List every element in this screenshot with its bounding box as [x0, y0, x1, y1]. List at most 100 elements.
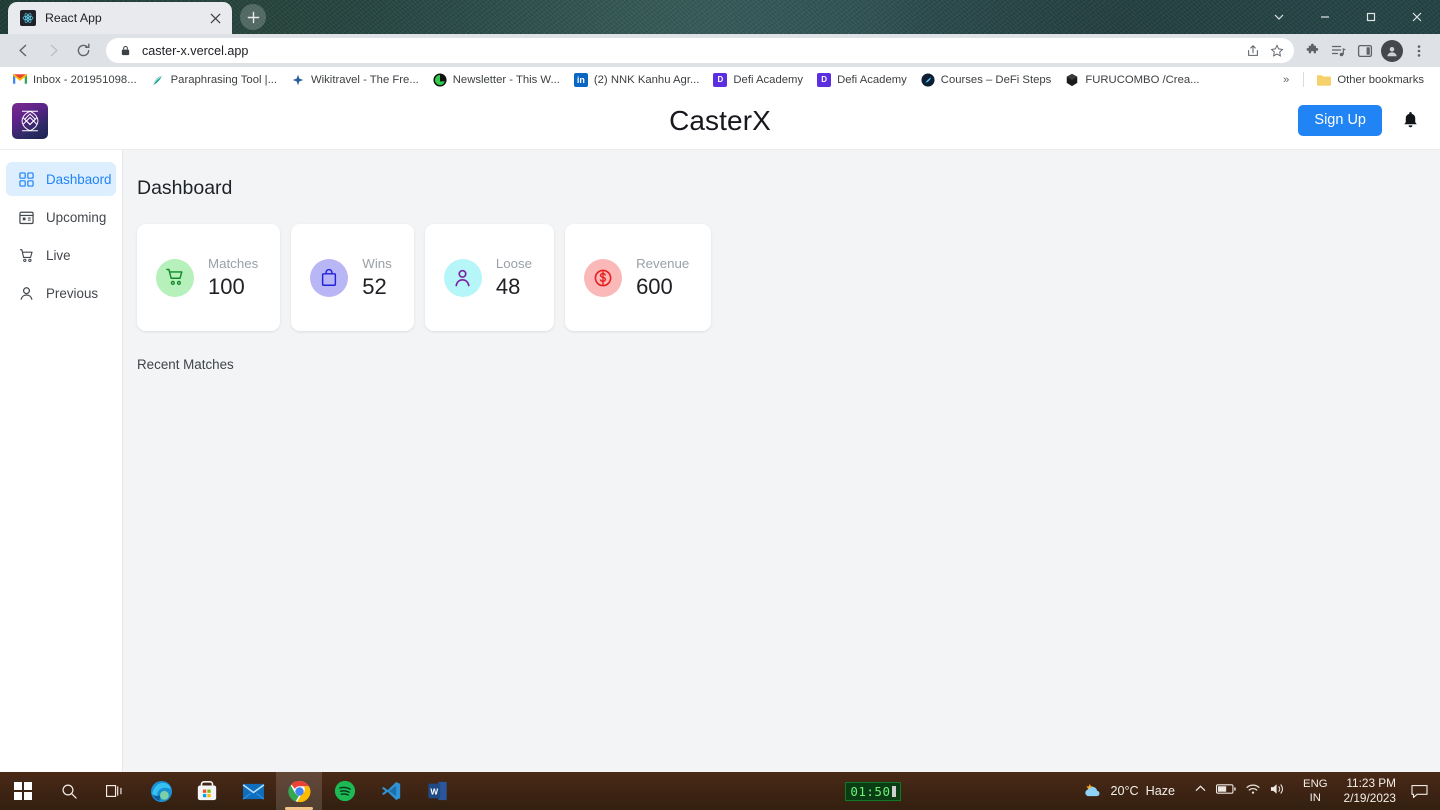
sidebar-item-upcoming[interactable]: Upcoming [6, 200, 116, 234]
close-icon[interactable] [206, 9, 224, 27]
bookmark-item[interactable]: Paraphrasing Tool |... [144, 69, 284, 91]
reload-icon[interactable] [68, 36, 98, 66]
lock-icon [118, 44, 132, 58]
stat-card-value: 600 [636, 273, 673, 299]
profile-avatar-icon[interactable] [1381, 39, 1403, 62]
browser-tab[interactable]: React App [8, 2, 232, 34]
plus-icon[interactable] [240, 4, 266, 30]
taskbar-apps: W [0, 772, 460, 810]
puzzle-piece-icon[interactable] [1300, 36, 1326, 66]
bookmark-item[interactable]: D Defi Academy [810, 69, 914, 91]
window-controls [1256, 0, 1440, 34]
word-icon[interactable]: W [414, 772, 460, 810]
app-header: CasterX Sign Up [0, 92, 1440, 150]
chevron-up-icon[interactable] [1194, 782, 1207, 800]
maximize-icon[interactable] [1348, 0, 1394, 34]
tab-strip: React App [0, 0, 1440, 34]
chevron-down-icon[interactable] [1256, 0, 1302, 34]
bookmark-item[interactable]: Wikitravel - The Fre... [284, 69, 426, 91]
timer-widget[interactable]: 01:50 [845, 781, 902, 801]
other-bookmarks-label: Other bookmarks [1337, 73, 1424, 86]
start-button[interactable] [0, 772, 46, 810]
cart-icon [18, 247, 34, 263]
stat-card-loose[interactable]: Loose 48 [424, 224, 555, 331]
recent-matches-heading: Recent Matches [137, 357, 234, 372]
sidebar: Dashbaord Upcoming Live Previous [0, 150, 123, 772]
stat-card-value: 100 [208, 273, 245, 299]
casterx-logo-icon[interactable] [12, 102, 48, 139]
user-icon [443, 258, 482, 297]
bookmark-item[interactable]: D Defi Academy [706, 69, 810, 91]
react-logo-icon [20, 10, 36, 26]
task-view-icon[interactable] [92, 772, 138, 810]
furucombo-icon [1065, 73, 1079, 87]
url-text: caster-x.vercel.app [142, 43, 249, 58]
sidebar-item-label: Previous [46, 285, 99, 301]
sidebar-item-live[interactable]: Live [6, 238, 116, 272]
stat-card-text: Matches 100 [208, 255, 258, 300]
vscode-icon[interactable] [368, 772, 414, 810]
sign-up-button[interactable]: Sign Up [1298, 105, 1382, 136]
page-body: Dashbaord Upcoming Live Previous Dashboa… [0, 150, 1440, 772]
sidebar-item-dashboard[interactable]: Dashbaord [6, 162, 116, 196]
mail-icon[interactable] [230, 772, 276, 810]
address-bar[interactable]: caster-x.vercel.app [106, 38, 1294, 63]
bookmark-item[interactable]: FURUCOMBO /Crea... [1058, 69, 1206, 91]
bookmark-item[interactable]: in (2) NNK Kanhu Agr... [567, 69, 707, 91]
quillbot-icon [151, 73, 165, 87]
bookmarks-overflow-chevron[interactable]: » [1275, 74, 1297, 86]
back-arrow-icon[interactable] [8, 36, 38, 66]
stat-card-revenue[interactable]: Revenue 600 [565, 224, 712, 331]
stat-card-matches[interactable]: Matches 100 [137, 224, 281, 331]
other-bookmarks-button[interactable]: Other bookmarks [1310, 69, 1434, 91]
timer-cap [892, 785, 897, 797]
bookmarks-bar: Inbox - 201951098... Paraphrasing Tool |… [0, 67, 1440, 92]
stat-card-text: Wins 52 [362, 255, 392, 300]
minimize-icon[interactable] [1302, 0, 1348, 34]
chrome-icon[interactable] [276, 772, 322, 810]
stat-card-text: Revenue 600 [636, 255, 689, 300]
notification-bell-icon[interactable] [1400, 110, 1420, 132]
svg-text:W: W [430, 787, 438, 796]
person-icon [18, 285, 34, 301]
stat-card-label: Revenue [636, 255, 690, 271]
dollar-coin-icon [584, 258, 623, 297]
bookmark-item[interactable]: Courses – DeFi Steps [914, 69, 1059, 91]
language-indicator[interactable]: ENG IN [1295, 777, 1335, 805]
media-playlist-icon[interactable] [1326, 36, 1352, 66]
language-line1: ENG [1303, 777, 1328, 790]
sidebar-item-previous[interactable]: Previous [6, 276, 116, 310]
star-icon[interactable] [1266, 40, 1288, 62]
volume-icon[interactable] [1270, 782, 1286, 801]
gmail-icon [13, 73, 27, 87]
share-icon[interactable] [1242, 40, 1264, 62]
stat-card-text: Loose 48 [496, 255, 532, 300]
battery-icon[interactable] [1216, 782, 1236, 800]
grid-dashboard-icon [18, 171, 34, 187]
taskbar-tray: 01:50 20°C Haze ENG IN 11:23 PM 2/19/202… [845, 772, 1440, 810]
microsoft-store-icon[interactable] [184, 772, 230, 810]
omnibox-actions [1242, 40, 1288, 62]
bookmark-item[interactable]: Inbox - 201951098... [6, 69, 144, 91]
action-center-icon[interactable] [1404, 772, 1434, 810]
page-title: Dashboard [137, 177, 233, 199]
search-icon[interactable] [46, 772, 92, 810]
spotify-icon[interactable] [322, 772, 368, 810]
edge-icon[interactable] [138, 772, 184, 810]
clock-widget[interactable]: 11:23 PM 2/19/2023 [1336, 776, 1404, 807]
close-icon[interactable] [1394, 0, 1440, 34]
page-title-brand: CasterX [669, 104, 771, 136]
side-panel-icon[interactable] [1352, 36, 1378, 66]
bookmark-item[interactable]: Newsletter - This W... [426, 69, 567, 91]
main-content: Dashboard Matches 100 Wins 52 Loose 48 R… [123, 150, 1440, 772]
folder-icon [1317, 73, 1332, 87]
stat-card-wins[interactable]: Wins 52 [291, 224, 414, 331]
wikitravel-icon [290, 72, 305, 87]
weather-widget[interactable]: 20°C Haze [1071, 781, 1185, 802]
wifi-icon[interactable] [1245, 782, 1261, 800]
three-dot-menu-icon[interactable] [1406, 36, 1432, 66]
bookmark-label: Newsletter - This W... [452, 73, 560, 86]
sidebar-item-label: Dashbaord [46, 171, 112, 187]
defi-academy-icon: D [817, 72, 832, 87]
stat-card-label: Wins [362, 255, 392, 271]
